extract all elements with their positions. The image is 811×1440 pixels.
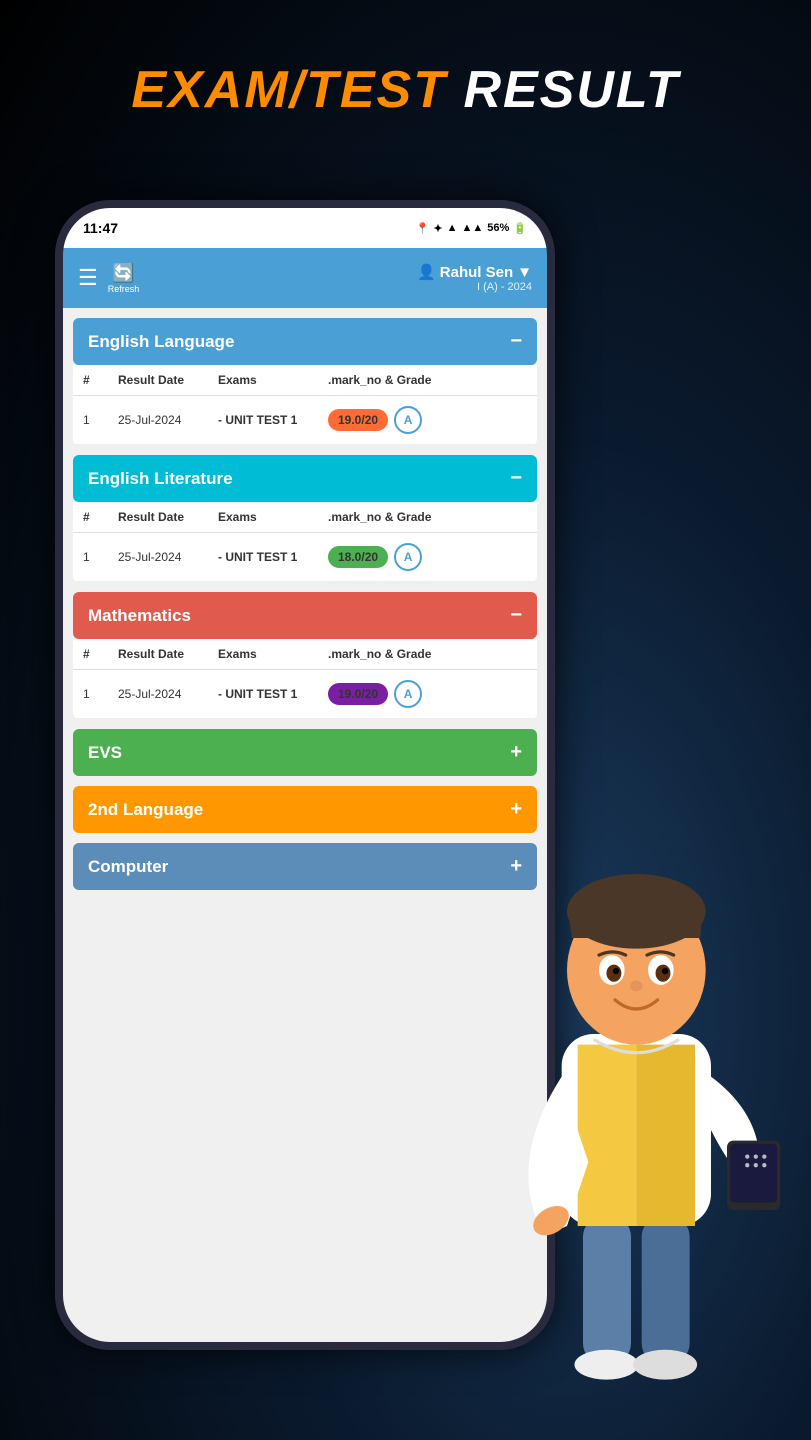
user-icon: 👤 bbox=[417, 263, 436, 281]
table-header-mathematics: # Result Date Exams .mark_no & Grade bbox=[73, 639, 537, 670]
subject-section-2nd-language: 2nd Language + bbox=[73, 786, 537, 833]
table-row: 1 25-Jul-2024 - UNIT TEST 1 19.0/20 A bbox=[73, 670, 537, 719]
subject-section-computer: Computer + bbox=[73, 843, 537, 890]
marks-badge: 19.0/20 bbox=[328, 683, 388, 705]
subject-header-english-literature[interactable]: English Literature − bbox=[73, 455, 537, 502]
status-time: 11:47 bbox=[83, 220, 118, 236]
character-svg bbox=[471, 810, 791, 1429]
subject-name-evs: EVS bbox=[88, 743, 122, 763]
subject-toggle-english-literature[interactable]: − bbox=[510, 467, 522, 490]
row-num: 1 bbox=[83, 413, 118, 427]
status-bar: 11:47 📍 ✦ ▲ ▲▲ 56% 🔋 bbox=[63, 208, 547, 248]
col-exams: Exams bbox=[218, 647, 328, 661]
col-exams: Exams bbox=[218, 510, 328, 524]
location-icon: 📍 bbox=[416, 222, 430, 235]
subject-name-english-language: English Language bbox=[88, 332, 234, 352]
col-num: # bbox=[83, 510, 118, 524]
row-marks-grade: 19.0/20 A bbox=[328, 680, 527, 708]
table-row: 1 25-Jul-2024 - UNIT TEST 1 19.0/20 A bbox=[73, 396, 537, 445]
table-header-english-literature: # Result Date Exams .mark_no & Grade bbox=[73, 502, 537, 533]
subject-name-computer: Computer bbox=[88, 857, 168, 877]
row-exam[interactable]: - UNIT TEST 1 bbox=[218, 413, 328, 427]
subject-name-2nd-language: 2nd Language bbox=[88, 800, 203, 820]
row-exam[interactable]: - UNIT TEST 1 bbox=[218, 550, 328, 564]
marks-badge: 19.0/20 bbox=[328, 409, 388, 431]
page-title: EXAM/TEST RESULT bbox=[0, 60, 811, 120]
user-class: I (A) - 2024 bbox=[417, 281, 532, 293]
subject-header-2nd-language[interactable]: 2nd Language + bbox=[73, 786, 537, 833]
title-result: RESULT bbox=[463, 61, 679, 119]
grade-circle: A bbox=[394, 680, 422, 708]
title-exam: EXAM/TEST bbox=[131, 61, 447, 119]
col-exams: Exams bbox=[218, 373, 328, 387]
subject-section-evs: EVS + bbox=[73, 729, 537, 776]
row-marks-grade: 19.0/20 A bbox=[328, 406, 527, 434]
app-header: ☰ 🔄 Refresh 👤 Rahul Sen ▼ I (A) - 2024 bbox=[63, 248, 547, 308]
refresh-button[interactable]: 🔄 Refresh bbox=[108, 263, 140, 294]
col-date: Result Date bbox=[118, 647, 218, 661]
col-num: # bbox=[83, 373, 118, 387]
user-name: 👤 Rahul Sen ▼ bbox=[417, 263, 532, 281]
header-right: 👤 Rahul Sen ▼ I (A) - 2024 bbox=[417, 263, 532, 293]
row-date: 25-Jul-2024 bbox=[118, 687, 218, 701]
hamburger-menu[interactable]: ☰ bbox=[78, 265, 98, 291]
wifi-icon: ▲ bbox=[447, 222, 458, 234]
col-marks: .mark_no & Grade bbox=[328, 373, 527, 387]
col-marks: .mark_no & Grade bbox=[328, 647, 527, 661]
col-num: # bbox=[83, 647, 118, 661]
subject-name-english-literature: English Literature bbox=[88, 469, 233, 489]
result-table-mathematics: # Result Date Exams .mark_no & Grade 1 2… bbox=[73, 639, 537, 719]
row-date: 25-Jul-2024 bbox=[118, 413, 218, 427]
battery-text: 56% bbox=[487, 222, 509, 234]
row-exam[interactable]: - UNIT TEST 1 bbox=[218, 687, 328, 701]
subject-section-english-language: English Language − # Result Date Exams .… bbox=[73, 318, 537, 445]
col-marks: .mark_no & Grade bbox=[328, 510, 527, 524]
subject-header-computer[interactable]: Computer + bbox=[73, 843, 537, 890]
row-num: 1 bbox=[83, 687, 118, 701]
status-icons: 📍 ✦ ▲ ▲▲ 56% 🔋 bbox=[416, 222, 527, 235]
subject-header-english-language[interactable]: English Language − bbox=[73, 318, 537, 365]
subject-toggle-evs[interactable]: + bbox=[510, 741, 522, 764]
marks-badge: 18.0/20 bbox=[328, 546, 388, 568]
grade-circle: A bbox=[394, 543, 422, 571]
bluetooth-icon: ✦ bbox=[433, 222, 442, 235]
table-header-english-language: # Result Date Exams .mark_no & Grade bbox=[73, 365, 537, 396]
signal-icon: ▲▲ bbox=[461, 222, 483, 234]
subject-header-evs[interactable]: EVS + bbox=[73, 729, 537, 776]
subject-toggle-english-language[interactable]: − bbox=[510, 330, 522, 353]
row-marks-grade: 18.0/20 A bbox=[328, 543, 527, 571]
dropdown-icon[interactable]: ▼ bbox=[517, 264, 532, 281]
row-date: 25-Jul-2024 bbox=[118, 550, 218, 564]
refresh-label: Refresh bbox=[108, 284, 140, 294]
battery-icon: 🔋 bbox=[513, 222, 527, 235]
subject-header-mathematics[interactable]: Mathematics − bbox=[73, 592, 537, 639]
row-num: 1 bbox=[83, 550, 118, 564]
result-table-english-literature: # Result Date Exams .mark_no & Grade 1 2… bbox=[73, 502, 537, 582]
result-table-english-language: # Result Date Exams .mark_no & Grade 1 2… bbox=[73, 365, 537, 445]
col-date: Result Date bbox=[118, 510, 218, 524]
col-date: Result Date bbox=[118, 373, 218, 387]
subject-section-mathematics: Mathematics − # Result Date Exams .mark_… bbox=[73, 592, 537, 719]
subject-section-english-literature: English Literature − # Result Date Exams… bbox=[73, 455, 537, 582]
grade-circle: A bbox=[394, 406, 422, 434]
header-left: ☰ 🔄 Refresh bbox=[78, 263, 139, 294]
character-illustration bbox=[471, 810, 791, 1410]
subject-name-mathematics: Mathematics bbox=[88, 606, 191, 626]
subject-toggle-mathematics[interactable]: − bbox=[510, 604, 522, 627]
table-row: 1 25-Jul-2024 - UNIT TEST 1 18.0/20 A bbox=[73, 533, 537, 582]
refresh-icon: 🔄 bbox=[112, 263, 134, 284]
